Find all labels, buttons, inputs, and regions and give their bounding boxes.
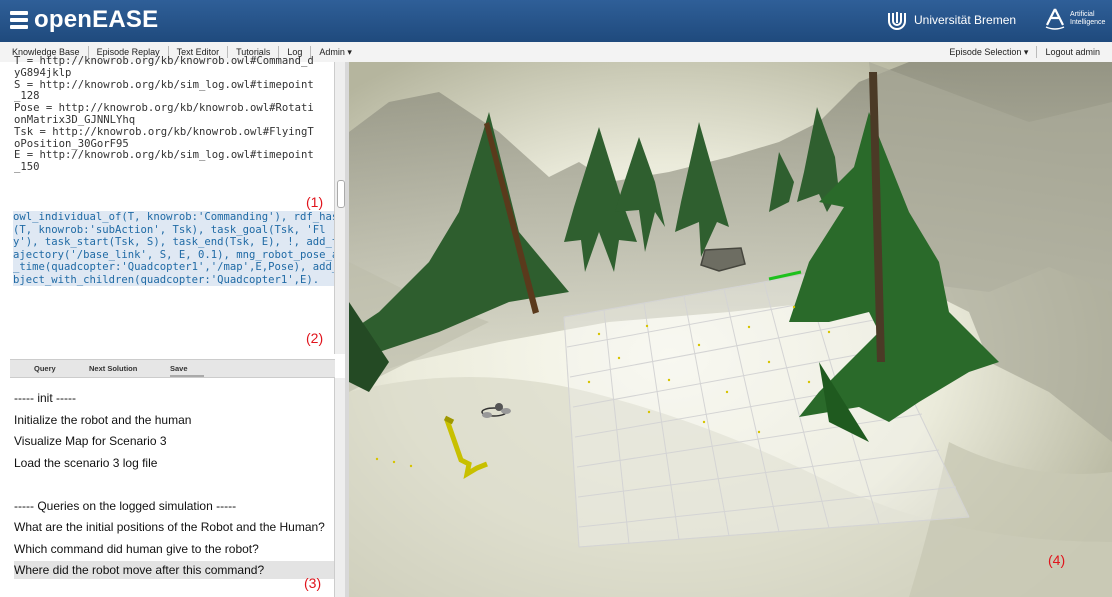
query-button[interactable]: Query bbox=[34, 364, 56, 373]
ai-label-1: Artificial bbox=[1070, 11, 1095, 18]
university-emblem-icon bbox=[888, 12, 906, 30]
brand-name: openEASE bbox=[34, 6, 159, 33]
query-item[interactable]: Initialize the robot and the human bbox=[14, 411, 334, 429]
nav-right: Episode Selection ▾ Logout admin bbox=[941, 42, 1108, 62]
query-item[interactable]: Visualize Map for Scenario 3 bbox=[14, 432, 334, 450]
episode-selection-menu[interactable]: Episode Selection ▾ bbox=[941, 46, 1038, 58]
result-line: _150 bbox=[14, 161, 40, 174]
query-item bbox=[14, 475, 334, 493]
annotation-4: (4) bbox=[1048, 552, 1066, 568]
annotation-2: (2) bbox=[306, 330, 324, 346]
query-library-list: ----- init ----- Initialize the robot and… bbox=[10, 389, 334, 597]
annotation-3: (3) bbox=[304, 575, 322, 591]
ai-emblem-icon bbox=[1045, 8, 1065, 30]
query-section-header: ----- Queries on the logged simulation -… bbox=[14, 498, 237, 513]
annotation-1: (1) bbox=[306, 194, 324, 210]
query-item[interactable]: Load the scenario 3 log file bbox=[14, 454, 334, 472]
query-section-header: ----- init ----- bbox=[14, 391, 76, 405]
next-solution-button[interactable]: Next Solution bbox=[89, 364, 137, 373]
active-tab-indicator bbox=[170, 375, 204, 377]
ai-logo: Artificial Intelligence bbox=[1044, 7, 1105, 31]
editor-toolbar: Query Next Solution Save bbox=[10, 359, 335, 378]
editor-scroll-thumb[interactable] bbox=[337, 180, 345, 208]
header-bar: openEASE Universität Bremen Artificial In… bbox=[0, 0, 1112, 42]
university-logo: Universität Bremen bbox=[886, 9, 1016, 31]
result-line: yG894jklp bbox=[14, 66, 72, 79]
ai-label-2: Intelligence bbox=[1070, 19, 1106, 26]
query-item[interactable]: Which command did human give to the robo… bbox=[14, 540, 334, 558]
editor-scrollbar[interactable] bbox=[334, 62, 345, 354]
result-line: Tsk = http://knowrob.org/kb/knowrob.owl#… bbox=[14, 125, 314, 138]
query-text[interactable]: owl_individual_of(T, knowrob:'Commanding… bbox=[13, 211, 346, 286]
menu-stack-icon bbox=[10, 11, 28, 29]
save-button[interactable]: Save bbox=[170, 364, 188, 373]
university-name: Universität Bremen bbox=[914, 13, 1017, 27]
result-line: onMatrix3D_GJNNLYhq bbox=[14, 113, 136, 126]
openease-logo[interactable]: openEASE bbox=[10, 6, 158, 34]
query-item[interactable]: Where did the robot move after this comm… bbox=[14, 561, 334, 579]
result-line: S = http://knowrob.org/kb/sim_log.owl#ti… bbox=[14, 78, 314, 91]
queries-scrollbar[interactable] bbox=[334, 378, 345, 597]
logout-link[interactable]: Logout admin bbox=[1037, 46, 1108, 58]
3d-canvas[interactable]: (4) bbox=[349, 62, 1112, 597]
query-results-list: T = http://knowrob.org/kb/knowrob.owl#Co… bbox=[14, 56, 336, 206]
query-item[interactable]: What are the initial positions of the Ro… bbox=[14, 518, 334, 536]
snow-scene bbox=[349, 62, 1112, 597]
result-line: E = http://knowrob.org/kb/sim_log.owl#ti… bbox=[14, 149, 314, 162]
